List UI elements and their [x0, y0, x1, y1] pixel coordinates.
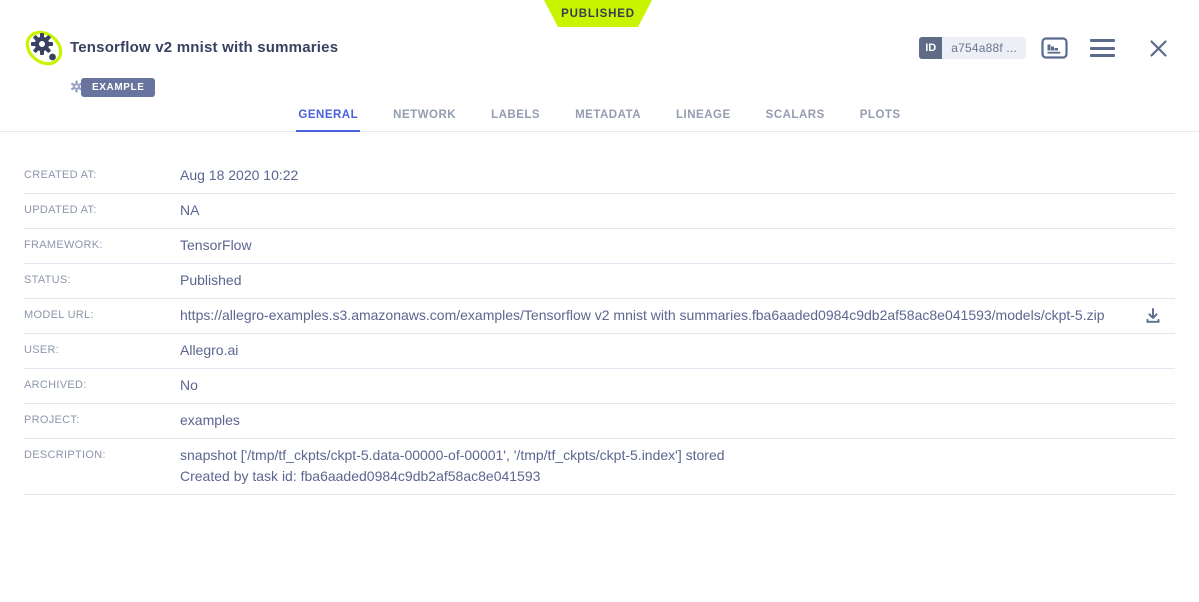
tab-plots[interactable]: PLOTS: [858, 99, 903, 132]
table-row: FRAMEWORK: TensorFlow: [24, 229, 1175, 264]
tab-general[interactable]: GENERAL: [296, 99, 360, 132]
example-tag-label: EXAMPLE: [81, 78, 155, 97]
table-row: USER: Allegro.ai: [24, 334, 1175, 369]
preview-icon[interactable]: [1041, 37, 1068, 59]
close-icon[interactable]: [1148, 38, 1169, 59]
tab-metadata[interactable]: METADATA: [573, 99, 643, 132]
table-row: UPDATED AT: NA: [24, 194, 1175, 229]
detail-label: FRAMEWORK:: [24, 235, 180, 251]
download-icon[interactable]: [1131, 306, 1175, 325]
table-row: ARCHIVED: No: [24, 369, 1175, 404]
detail-label: ARCHIVED:: [24, 375, 180, 391]
detail-label: CREATED AT:: [24, 165, 180, 181]
table-row: DESCRIPTION: snapshot ['/tmp/tf_ckpts/ck…: [24, 439, 1175, 495]
table-row: STATUS: Published: [24, 264, 1175, 299]
tab-bar: GENERAL NETWORK LABELS METADATA LINEAGE …: [0, 99, 1199, 132]
tab-scalars[interactable]: SCALARS: [764, 99, 827, 132]
menu-icon[interactable]: [1090, 39, 1115, 57]
table-row-model-url: MODEL URL: https://allegro-examples.s3.a…: [24, 299, 1175, 334]
detail-value: Published: [180, 270, 1175, 291]
tab-labels[interactable]: LABELS: [489, 99, 542, 132]
tab-lineage[interactable]: LINEAGE: [674, 99, 733, 132]
model-gear-icon: [21, 26, 67, 72]
detail-label: MODEL URL:: [24, 305, 180, 321]
id-badge: ID a754a88f ...: [919, 37, 1026, 59]
table-row: PROJECT: examples: [24, 404, 1175, 439]
page-title: Tensorflow v2 mnist with summaries: [70, 39, 338, 56]
detail-value: No: [180, 375, 1175, 396]
detail-value: Aug 18 2020 10:22: [180, 165, 1175, 186]
id-badge-value[interactable]: a754a88f ...: [942, 37, 1026, 59]
detail-label: USER:: [24, 340, 180, 356]
detail-label: STATUS:: [24, 270, 180, 286]
example-tag: EXAMPLE: [76, 77, 155, 96]
model-url-link[interactable]: https://allegro-examples.s3.amazonaws.co…: [180, 305, 1105, 326]
tab-network[interactable]: NETWORK: [391, 99, 458, 132]
general-details-table: CREATED AT: Aug 18 2020 10:22 UPDATED AT…: [24, 132, 1175, 495]
detail-label: UPDATED AT:: [24, 200, 180, 216]
detail-value: TensorFlow: [180, 235, 1175, 256]
id-badge-prefix: ID: [919, 37, 942, 59]
detail-label: DESCRIPTION:: [24, 445, 180, 461]
detail-value: NA: [180, 200, 1175, 221]
detail-label: PROJECT:: [24, 410, 180, 426]
detail-value: examples: [180, 410, 1175, 431]
detail-value: snapshot ['/tmp/tf_ckpts/ckpt-5.data-000…: [180, 445, 1175, 487]
status-ribbon-label: PUBLISHED: [561, 8, 635, 20]
status-ribbon: PUBLISHED: [544, 0, 652, 27]
table-row: CREATED AT: Aug 18 2020 10:22: [24, 159, 1175, 194]
detail-value: Allegro.ai: [180, 340, 1175, 361]
header-actions: ID a754a88f ...: [919, 37, 1169, 59]
